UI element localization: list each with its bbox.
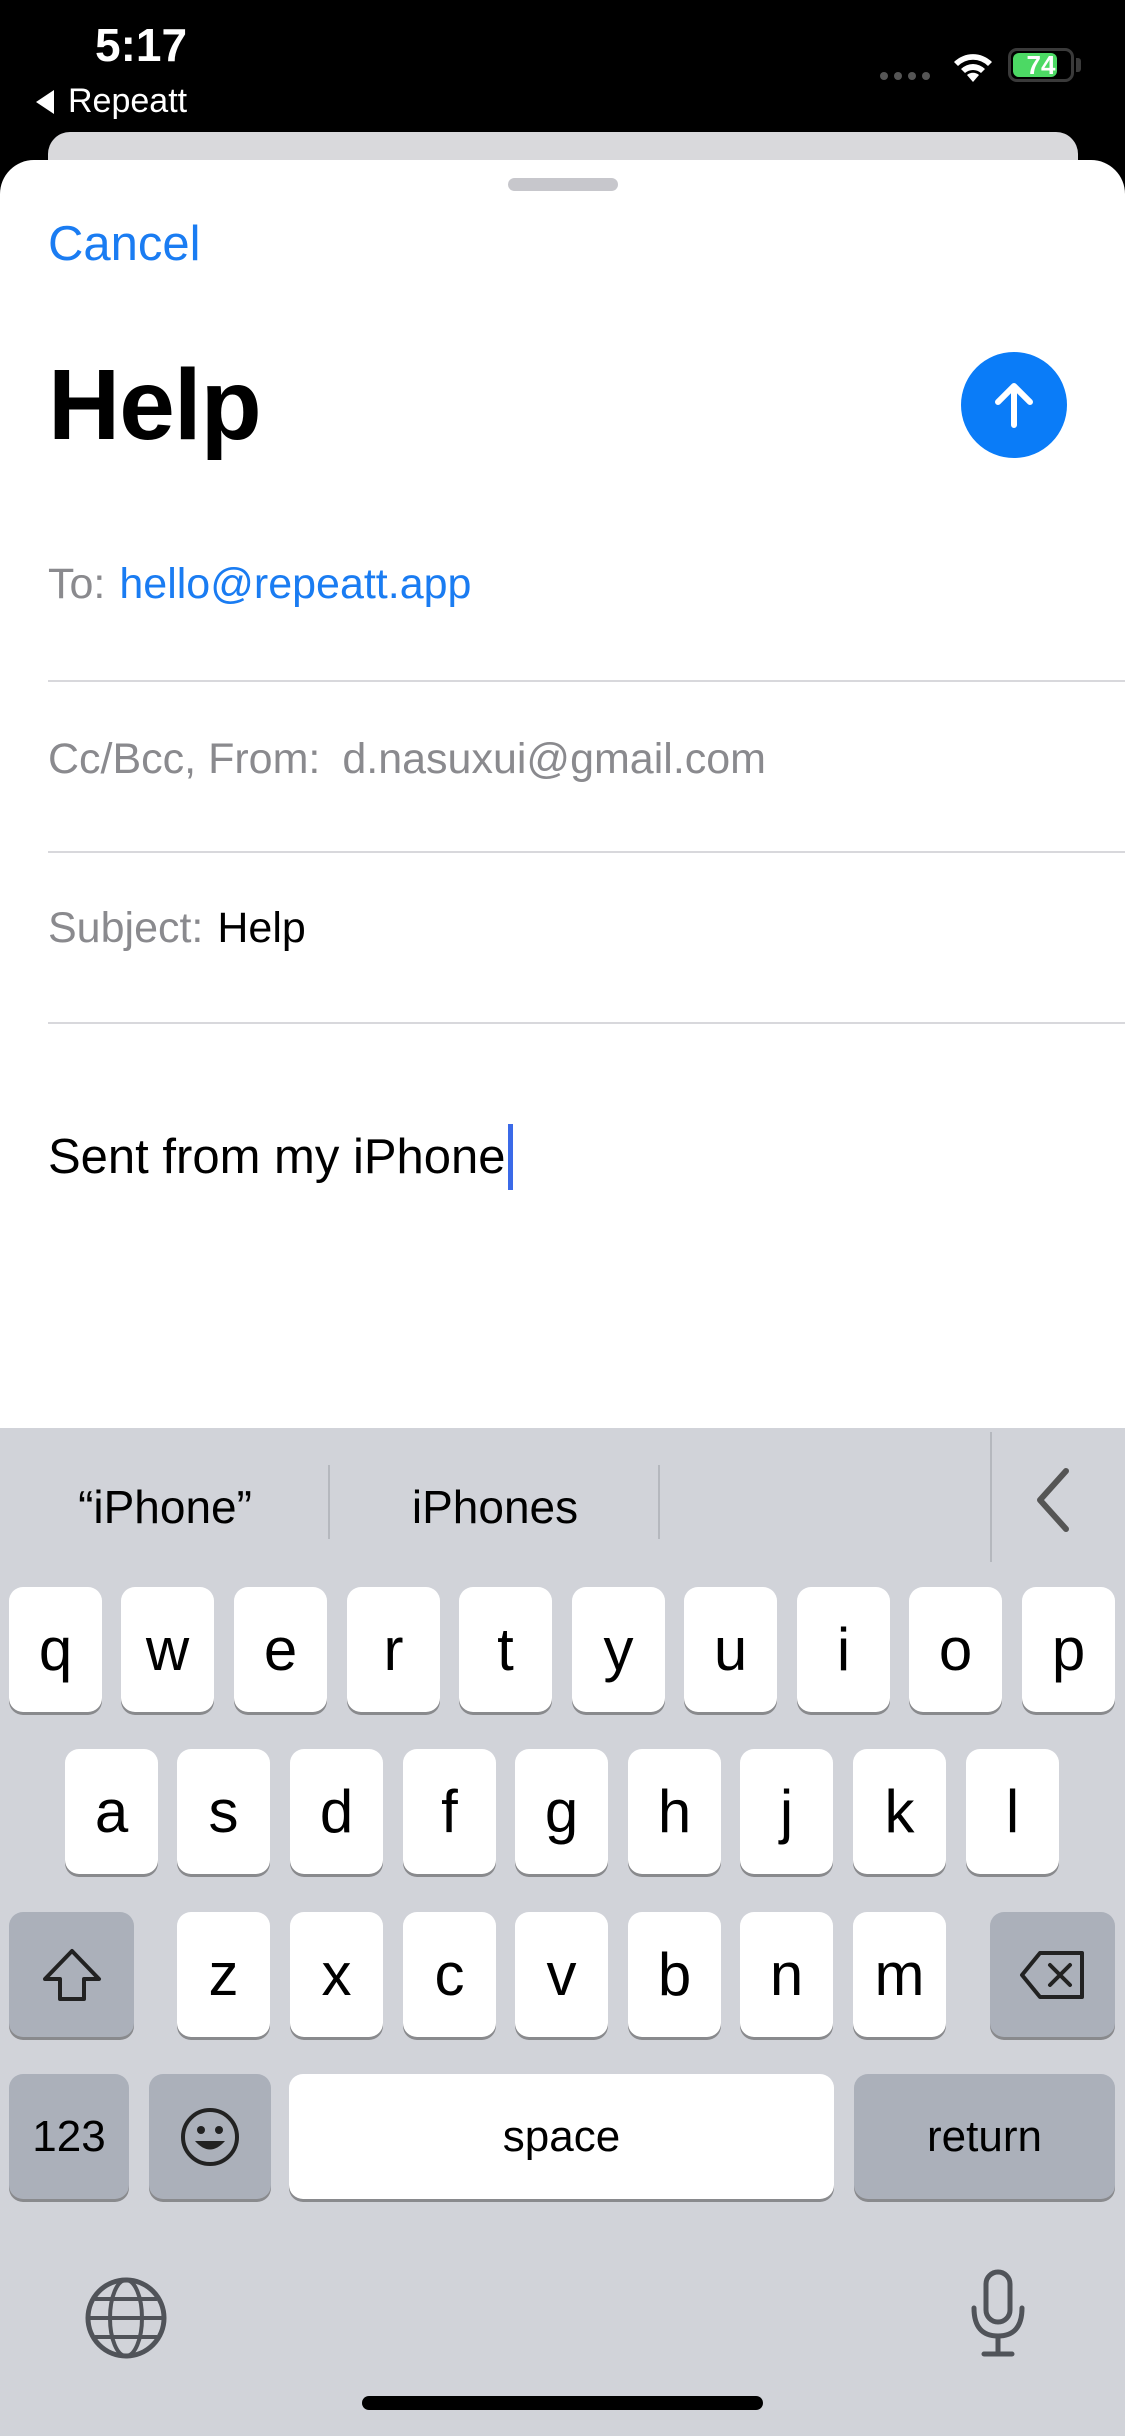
send-button[interactable] <box>961 352 1067 458</box>
emoji-key[interactable] <box>149 2074 271 2199</box>
key-p[interactable]: p <box>1022 1587 1115 1712</box>
globe-icon[interactable] <box>83 2275 169 2361</box>
key-u[interactable]: u <box>684 1587 777 1712</box>
key-k[interactable]: k <box>853 1749 946 1874</box>
message-body[interactable]: Sent from my iPhone <box>48 1124 513 1190</box>
text-cursor <box>507 1124 513 1190</box>
key-j[interactable]: j <box>740 1749 833 1874</box>
page-title: Help <box>48 349 262 461</box>
key-c[interactable]: c <box>403 1912 496 2037</box>
from-address[interactable]: d.nasuxui@gmail.com <box>342 735 766 784</box>
subject-input[interactable]: Help <box>217 904 305 953</box>
shift-key[interactable] <box>9 1912 134 2037</box>
to-recipient[interactable]: hello@repeatt.app <box>119 560 471 609</box>
wifi-icon <box>954 54 992 82</box>
shift-icon <box>42 1948 101 2001</box>
message-body-text: Sent from my iPhone <box>48 1130 506 1184</box>
cc-bcc-from-label: Cc/Bcc, From: <box>48 735 321 783</box>
cellular-signal-icon <box>880 72 930 80</box>
key-z[interactable]: z <box>177 1912 270 2037</box>
battery-level: 74 <box>1026 50 1056 80</box>
key-r[interactable]: r <box>347 1587 440 1712</box>
cc-bcc-from-field[interactable]: Cc/Bcc, From: d.nasuxui@gmail.com <box>48 735 766 784</box>
key-x[interactable]: x <box>290 1912 383 2037</box>
key-m[interactable]: m <box>853 1912 946 2037</box>
subject-label: Subject: <box>48 904 204 952</box>
key-e[interactable]: e <box>234 1587 327 1712</box>
microphone-icon[interactable] <box>966 2268 1030 2360</box>
key-s[interactable]: s <box>177 1749 270 1874</box>
key-v[interactable]: v <box>515 1912 608 2037</box>
back-to-app-link[interactable]: Repeatt <box>36 82 187 121</box>
key-o[interactable]: o <box>909 1587 1002 1712</box>
backspace-icon <box>1019 1950 1084 1999</box>
subject-field[interactable]: Subject: Help <box>48 904 306 953</box>
key-d[interactable]: d <box>290 1749 383 1874</box>
suggestion-divider <box>658 1465 660 1539</box>
battery-icon: 74 <box>1008 48 1074 82</box>
back-triangle-icon <box>36 89 54 114</box>
collapse-suggestions-chevron-icon[interactable] <box>1030 1465 1076 1535</box>
return-key[interactable]: return <box>854 2074 1115 2199</box>
key-g[interactable]: g <box>515 1749 608 1874</box>
key-y[interactable]: y <box>572 1587 665 1712</box>
divider <box>48 851 1125 853</box>
divider <box>48 680 1125 682</box>
sheet-grabber[interactable] <box>508 178 618 191</box>
key-a[interactable]: a <box>65 1749 158 1874</box>
key-l[interactable]: l <box>966 1749 1059 1874</box>
key-f[interactable]: f <box>403 1749 496 1874</box>
emoji-icon <box>181 2107 239 2166</box>
to-field[interactable]: To: hello@repeatt.app <box>48 560 471 609</box>
key-n[interactable]: n <box>740 1912 833 2037</box>
suggestion-item[interactable]: “iPhone” <box>40 1480 290 1534</box>
to-label: To: <box>48 560 106 608</box>
key-i[interactable]: i <box>797 1587 890 1712</box>
suggestion-divider <box>328 1465 330 1539</box>
key-b[interactable]: b <box>628 1912 721 2037</box>
divider <box>48 1022 1125 1024</box>
key-q[interactable]: q <box>9 1587 102 1712</box>
status-time: 5:17 <box>95 19 188 71</box>
space-key[interactable]: space <box>289 2074 834 2199</box>
key-w[interactable]: w <box>121 1587 214 1712</box>
home-indicator[interactable] <box>362 2396 763 2410</box>
suggestion-divider <box>990 1432 992 1562</box>
suggestion-item[interactable]: iPhones <box>370 1480 620 1534</box>
back-app-label: Repeatt <box>68 82 188 120</box>
key-h[interactable]: h <box>628 1749 721 1874</box>
arrow-up-icon <box>995 383 1033 428</box>
key-t[interactable]: t <box>459 1587 552 1712</box>
backspace-key[interactable] <box>990 1912 1115 2037</box>
cancel-button[interactable]: Cancel <box>48 216 201 272</box>
numbers-key[interactable]: 123 <box>9 2074 129 2199</box>
